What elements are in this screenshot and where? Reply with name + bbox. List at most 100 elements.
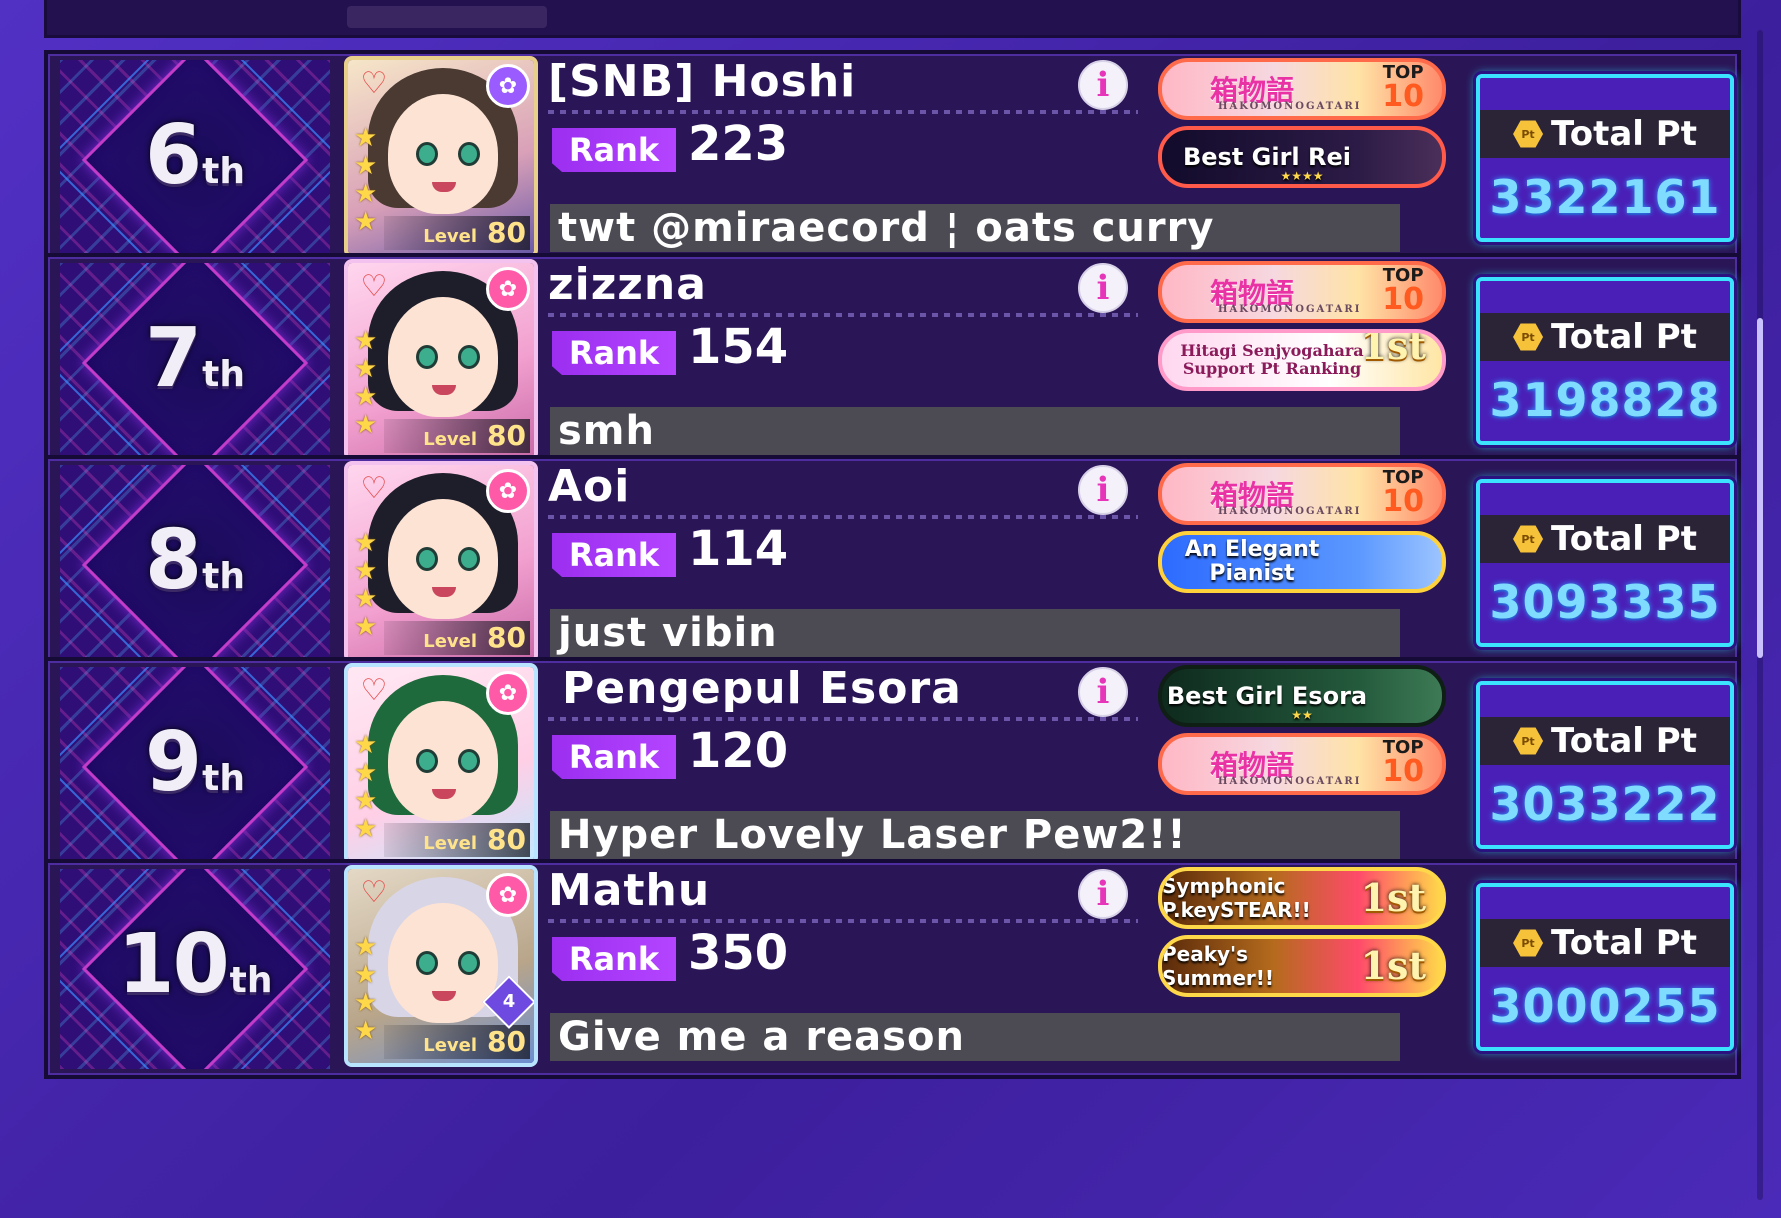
player-comment: Hyper Lovely Laser Pew2!! [550, 811, 1400, 859]
card-level: Level 80 [384, 216, 530, 250]
attribute-icon: ✿ [486, 469, 530, 513]
total-points-value: 3000255 [1489, 979, 1721, 1033]
badge-title: Best Girl Rei [1182, 143, 1351, 171]
scrollbar-thumb[interactable] [1757, 318, 1763, 658]
star-icon: ★ [354, 410, 378, 440]
total-points-panel: Pt Total Pt 3093335 [1476, 479, 1734, 647]
rank-placement-suffix: th [202, 758, 245, 799]
attribute-icon: ✿ [486, 267, 530, 311]
total-points-label: Total Pt [1551, 721, 1697, 761]
total-points-label: Total Pt [1551, 519, 1697, 559]
total-points-panel: Pt Total Pt 3322161 [1476, 74, 1734, 242]
badge-subtitle: HAKOMONOGATARI [1218, 776, 1362, 787]
rank-placement-number: 10 [117, 917, 230, 1012]
rank-placement: 10th [60, 917, 330, 1012]
character-eye-right [458, 951, 480, 975]
info-icon[interactable]: i [1078, 263, 1128, 313]
rank-placement-badge: 8th [60, 465, 330, 665]
name-divider [548, 717, 1138, 721]
title-badge[interactable]: 箱物語 HAKOMONOGATARI TOP 10 [1158, 463, 1446, 525]
badge-subtitle: Support Pt Ranking [1182, 359, 1362, 378]
star-icon: ★ [354, 556, 378, 586]
rank-placement-suffix: th [202, 556, 245, 597]
player-rank-value: 114 [688, 521, 789, 577]
title-badge[interactable]: Best Girl Esora ★★ [1158, 665, 1446, 727]
level-value: 80 [487, 1025, 526, 1058]
player-card-avatar[interactable]: ♡ ✿ ★ ★ ★ ★ Level 80 4 [344, 865, 538, 1067]
star-icon: ★ [354, 207, 378, 237]
ranking-screen: 6th ♡ ✿ ★ ★ ★ ★ Level 80 [SNB] Hoshi i R… [0, 0, 1781, 1218]
rank-placement: 9th [60, 715, 330, 810]
ranking-row[interactable]: 9th ♡ ✿ ★ ★ ★ ★ Level 80 Pengepul Esora [44, 657, 1741, 877]
attribute-icon: ✿ [486, 64, 530, 108]
info-icon[interactable]: i [1078, 465, 1128, 515]
top-number: 10 [1382, 282, 1424, 317]
player-rank-label: Rank [552, 533, 676, 577]
ranking-row[interactable]: 8th ♡ ✿ ★ ★ ★ ★ Level 80 Aoi i Rank 114 … [44, 455, 1741, 675]
player-card-avatar[interactable]: ♡ ✿ ★ ★ ★ ★ Level 80 [344, 663, 538, 865]
info-icon[interactable]: i [1078, 60, 1128, 110]
character-eye-left [416, 547, 438, 571]
player-card-avatar[interactable]: ♡ ✿ ★ ★ ★ ★ Level 80 [344, 461, 538, 663]
title-badge[interactable]: 箱物語 HAKOMONOGATARI TOP 10 [1158, 733, 1446, 795]
player-rank-label: Rank [552, 331, 676, 375]
level-label: Level [423, 631, 478, 652]
ranking-row[interactable]: 10th ♡ ✿ ★ ★ ★ ★ Level 80 4 Mathu i Rank… [44, 859, 1741, 1079]
star-icon: ★ [354, 382, 378, 412]
player-comment: Give me a reason [550, 1013, 1400, 1061]
previous-row-sliver [44, 0, 1741, 38]
star-icon: ★ [354, 1016, 378, 1046]
first-place-mark: 1st [1360, 875, 1426, 920]
title-badge[interactable]: Peaky's Summer!! 1st [1158, 935, 1446, 997]
card-rarity-stars: ★ ★ ★ ★ [354, 529, 377, 641]
rank-placement-suffix: th [229, 960, 273, 1001]
player-comment: smh [550, 407, 1400, 455]
title-badge[interactable]: Symphonic P.keySTEAR!! 1st [1158, 867, 1446, 929]
total-points-header: Pt Total Pt [1480, 313, 1730, 361]
level-label: Level [423, 226, 478, 247]
character-face [388, 701, 498, 821]
info-icon[interactable]: i [1078, 667, 1128, 717]
event-point-coin-icon: Pt [1513, 120, 1544, 148]
level-label: Level [423, 833, 478, 854]
rank-placement-badge: 6th [60, 60, 330, 260]
total-points-label: Total Pt [1551, 114, 1697, 154]
character-eye-left [416, 749, 438, 773]
card-rarity-stars: ★ ★ ★ ★ [354, 933, 377, 1045]
rank-placement: 6th [60, 108, 330, 203]
player-name: Pengepul Esora [562, 663, 962, 714]
title-badge[interactable]: 箱物語 HAKOMONOGATARI TOP 10 [1158, 261, 1446, 323]
player-card-avatar[interactable]: ♡ ✿ ★ ★ ★ ★ Level 80 [344, 259, 538, 461]
ranking-row[interactable]: 6th ♡ ✿ ★ ★ ★ ★ Level 80 [SNB] Hoshi i R… [44, 50, 1741, 270]
previous-row-fragment [347, 6, 547, 28]
name-divider [548, 110, 1138, 114]
player-comment: twt @miraecord ¦ oats curry [550, 204, 1400, 252]
attribute-icon: ✿ [486, 873, 530, 917]
badge-subtitle: HAKOMONOGATARI [1218, 304, 1362, 315]
title-badge[interactable]: Hitagi Senjyogahara Support Pt Ranking 1st [1158, 329, 1446, 391]
card-level: Level 80 [384, 1025, 530, 1059]
rank-placement-number: 8 [145, 513, 202, 608]
character-face [388, 903, 498, 1023]
title-badge[interactable]: Best Girl Rei ★★★★ [1158, 126, 1446, 188]
info-icon[interactable]: i [1078, 869, 1128, 919]
title-badge[interactable]: An Elegant Pianist [1158, 531, 1446, 593]
badge-stars: ★★★★ [1280, 169, 1324, 183]
title-badge[interactable]: 箱物語 HAKOMONOGATARI TOP 10 [1158, 58, 1446, 120]
player-card-avatar[interactable]: ♡ ✿ ★ ★ ★ ★ Level 80 [344, 56, 538, 258]
rank-placement-number: 6 [145, 108, 202, 203]
event-point-coin-icon: Pt [1513, 929, 1544, 957]
ranking-row[interactable]: 7th ♡ ✿ ★ ★ ★ ★ Level 80 zizzna i Rank 1… [44, 253, 1741, 473]
character-eye-right [458, 142, 480, 166]
total-points-label: Total Pt [1551, 317, 1697, 357]
total-points-panel: Pt Total Pt 3198828 [1476, 277, 1734, 445]
star-icon: ★ [354, 730, 378, 760]
top10-mark: TOP 10 [1382, 64, 1424, 112]
star-icon: ★ [354, 988, 378, 1018]
character-eye-right [458, 749, 480, 773]
name-divider [548, 919, 1138, 923]
player-rank-value: 154 [688, 319, 789, 375]
badge-title: An Elegant [1184, 537, 1320, 562]
top-number: 10 [1382, 79, 1424, 114]
rank-placement-badge: 9th [60, 667, 330, 867]
